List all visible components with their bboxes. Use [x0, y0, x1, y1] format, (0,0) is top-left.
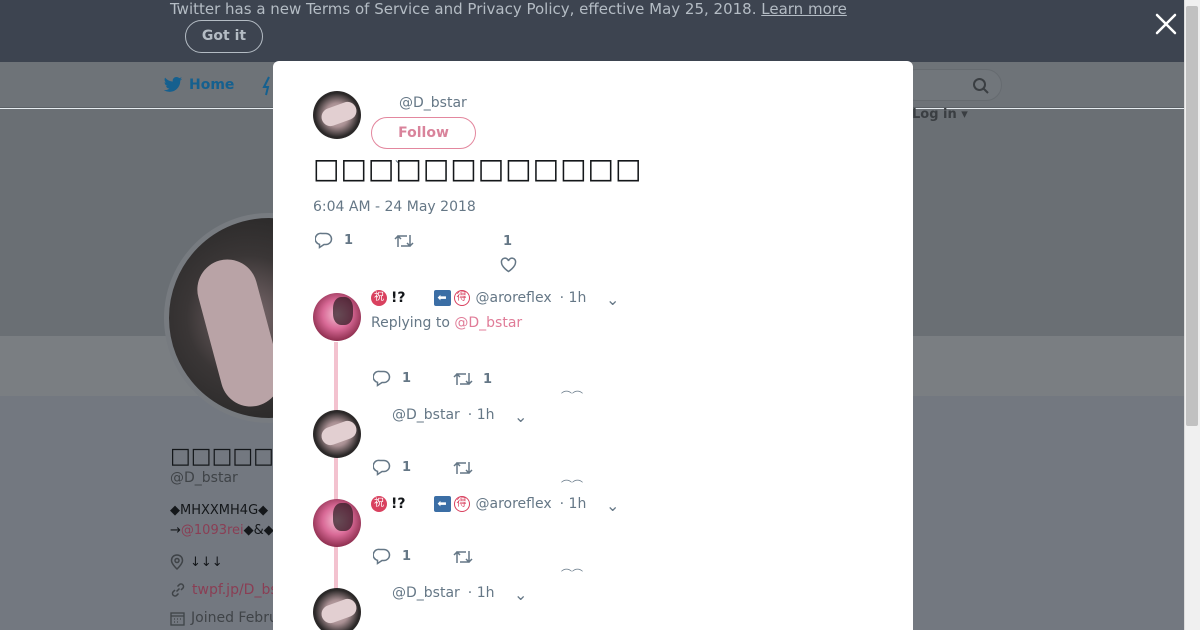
reply-avatar[interactable]	[313, 293, 361, 341]
tos-banner-text: Twitter has a new Terms of Service and P…	[170, 0, 847, 18]
tos-message: Twitter has a new Terms of Service and P…	[170, 0, 757, 18]
chevron-down-icon[interactable]: ⌄	[514, 585, 527, 604]
reply-icon	[315, 232, 333, 249]
scrollbar-thumb[interactable]	[1186, 6, 1198, 426]
reply-count: 1	[402, 549, 412, 564]
profile-bio-line1: ◆MHXXMH4G◆	[170, 503, 269, 518]
celebrate-badge-icon: 祝	[371, 496, 387, 512]
close-icon[interactable]	[1152, 10, 1180, 38]
reply-time[interactable]: · 1h	[468, 585, 495, 601]
reply-author[interactable]: @D_bstar · 1h	[392, 585, 494, 601]
retweet-icon	[453, 550, 473, 564]
reply-author[interactable]: 祝 !? ⬅ 得 @aroreflex · 1h	[371, 496, 586, 512]
login-label: Log in	[912, 107, 957, 122]
gain-badge-icon: 得	[453, 290, 470, 306]
tweet-modal	[273, 61, 913, 630]
like-icon-partial[interactable]: ⌒⌒	[561, 477, 583, 493]
reply-handle: @D_bstar	[392, 585, 460, 601]
reply-author[interactable]: @D_bstar · 1h	[392, 407, 494, 423]
retweet-icon	[453, 461, 473, 475]
chevron-down-icon[interactable]: ⌄	[606, 496, 619, 515]
celebrate-badge-icon: 祝	[371, 290, 387, 306]
reply-action[interactable]: 1	[373, 459, 411, 476]
reply-count: 1	[344, 233, 354, 248]
twitter-bird-icon	[163, 77, 183, 92]
profile-joined: Joined Febru	[170, 610, 278, 626]
reply-avatar[interactable]	[313, 499, 361, 547]
reply-count: 1	[402, 371, 412, 386]
profile-location-text: ↓↓↓	[190, 554, 223, 570]
tweet-timestamp[interactable]: 6:04 AM - 24 May 2018	[313, 199, 476, 215]
reply-time[interactable]: · 1h	[560, 290, 587, 306]
tos-banner: Twitter has a new Terms of Service and P…	[0, 0, 1200, 62]
bio-mention-link[interactable]: @1093rei	[181, 523, 244, 538]
link-icon	[171, 583, 185, 597]
profile-joined-text: Joined Febru	[191, 610, 278, 626]
retweet-action[interactable]	[453, 549, 473, 565]
like-icon-partial[interactable]: ⌒⌒	[561, 388, 583, 404]
reply-author-name: !?	[391, 496, 406, 512]
reply-time[interactable]: · 1h	[560, 496, 587, 512]
retweet-icon	[453, 372, 473, 386]
learn-more-link[interactable]: Learn more	[761, 0, 847, 18]
chevron-down-icon[interactable]: ⌄	[606, 290, 619, 309]
retweet-action[interactable]	[394, 233, 414, 249]
bio-suffix: ◆&◆	[243, 523, 274, 538]
profile-location: ↓↓↓	[170, 554, 223, 570]
reply-icon	[373, 459, 391, 476]
like-count: 1	[503, 234, 513, 249]
reply-handle: @D_bstar	[392, 407, 460, 423]
reply-time[interactable]: · 1h	[468, 407, 495, 423]
replying-to: Replying to @D_bstar	[371, 315, 522, 331]
reply-author[interactable]: 祝 !? ⬅ 得 @aroreflex · 1h	[371, 290, 586, 306]
replying-to-mention[interactable]: @D_bstar	[454, 315, 522, 331]
profile-handle: @D_bstar	[170, 470, 238, 486]
location-pin-icon	[170, 554, 184, 570]
got-it-button[interactable]: Got it	[185, 20, 263, 53]
reply-icon	[373, 548, 391, 565]
heart-icon	[500, 257, 517, 273]
tweet-text: □□□□□□□□□□□□	[313, 152, 643, 185]
retweet-icon	[394, 234, 414, 248]
calendar-icon	[170, 611, 185, 626]
bio-arrow: →	[170, 523, 181, 538]
author-handle[interactable]: @D_bstar	[399, 95, 467, 111]
reply-count: 1	[402, 460, 412, 475]
nav-home-label: Home	[189, 77, 235, 93]
like-action[interactable]	[500, 257, 517, 273]
follow-button[interactable]: Follow	[371, 117, 476, 149]
reply-action[interactable]: 1	[315, 232, 353, 249]
profile-url-text[interactable]: twpf.jp/D_bs	[192, 582, 278, 598]
profile-url[interactable]: twpf.jp/D_bs	[170, 582, 278, 598]
left-arrow-icon: ⬅	[433, 290, 451, 306]
reply-icon	[373, 370, 391, 387]
left-arrow-icon: ⬅	[433, 496, 451, 512]
chevron-down-icon[interactable]: ⌄	[514, 407, 527, 426]
reply-action[interactable]: 1	[373, 370, 411, 387]
replying-to-label: Replying to	[371, 315, 450, 331]
retweet-action[interactable]	[453, 460, 473, 476]
reply-author-name: !?	[391, 290, 406, 306]
retweet-action[interactable]: 1	[453, 371, 492, 387]
retweet-count: 1	[483, 371, 493, 387]
reply-avatar[interactable]	[313, 588, 361, 630]
reply-action[interactable]: 1	[373, 548, 411, 565]
search-icon[interactable]	[972, 77, 990, 95]
login-menu[interactable]: Log in ▾	[912, 107, 968, 122]
like-icon-partial[interactable]: ⌒⌒	[561, 566, 583, 582]
thread-connector	[334, 342, 338, 630]
gain-badge-icon: 得	[453, 496, 470, 512]
nav-home[interactable]: Home	[163, 76, 234, 94]
reply-handle: @aroreflex	[475, 496, 552, 512]
profile-bio-line2: →@1093rei◆&◆	[170, 523, 274, 538]
reply-avatar[interactable]	[313, 410, 361, 458]
author-avatar[interactable]	[313, 91, 361, 139]
reply-handle: @aroreflex	[475, 290, 552, 306]
